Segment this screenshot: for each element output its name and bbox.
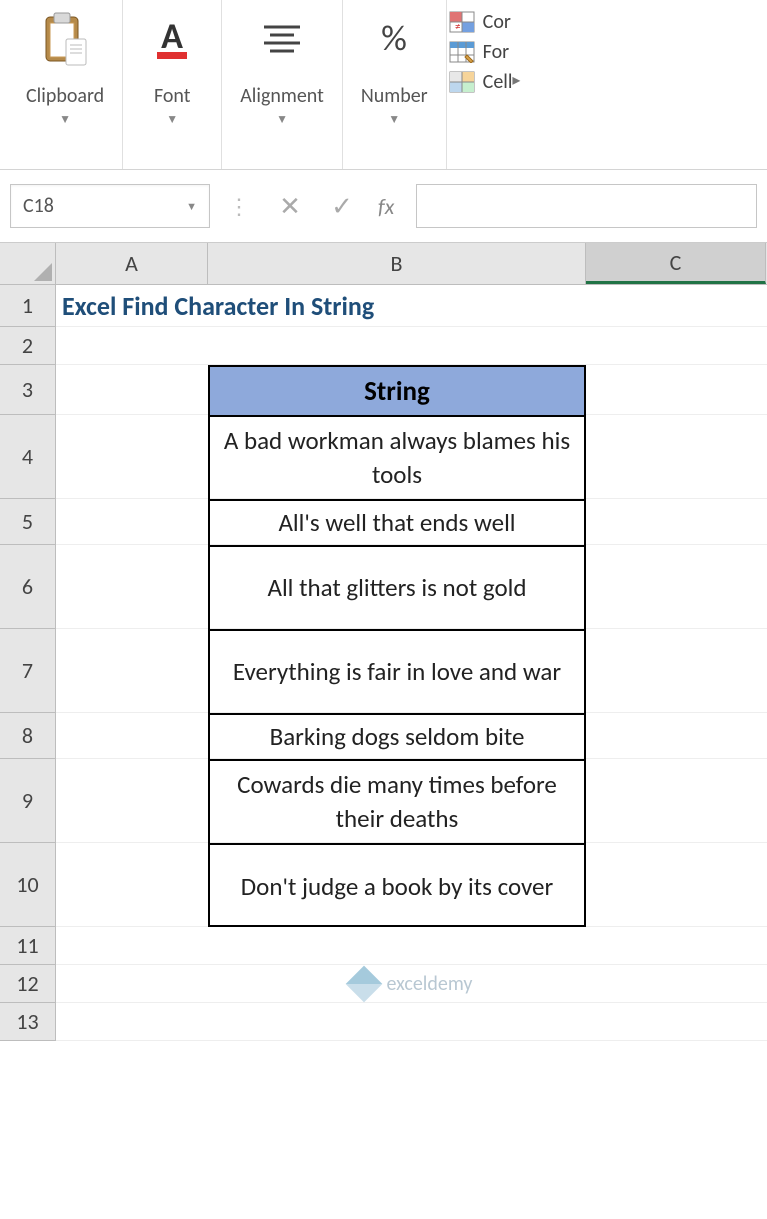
fx-icon[interactable]: fx xyxy=(374,193,404,220)
formula-input[interactable] xyxy=(416,184,757,228)
side-label: For xyxy=(483,40,509,64)
name-box-value: C18 xyxy=(23,194,186,218)
table-header: String xyxy=(210,367,584,417)
watermark: exceldemy xyxy=(56,971,767,997)
row-header-12[interactable]: 12 xyxy=(0,965,55,1003)
row-headers: 12345678910111213 xyxy=(0,285,56,1041)
svg-text:%: % xyxy=(381,16,407,60)
string-table: StringA bad workman always blames his to… xyxy=(208,365,586,927)
row-header-5[interactable]: 5 xyxy=(0,499,55,545)
table-row[interactable]: A bad workman always blames his tools xyxy=(210,417,584,501)
side-label: Cor xyxy=(483,10,511,34)
ribbon-group-styles: ≠ Cor For Cell ▸ xyxy=(447,0,515,169)
dropdown-icon[interactable]: ▼ xyxy=(388,112,400,127)
conditional-formatting-button[interactable]: ≠ Cor xyxy=(449,10,513,34)
ribbon-label: Alignment xyxy=(240,84,324,108)
format-table-icon xyxy=(449,41,475,63)
column-header-A[interactable]: A xyxy=(56,243,208,284)
clipboard-icon xyxy=(34,8,96,70)
accept-formula-button[interactable]: ✓ xyxy=(322,184,362,228)
svg-text:A: A xyxy=(161,14,183,58)
column-header-C[interactable]: C xyxy=(586,243,766,284)
side-label: Cell xyxy=(483,70,513,94)
cell-styles-button[interactable]: Cell xyxy=(449,70,513,94)
row-header-8[interactable]: 8 xyxy=(0,713,55,759)
conditional-formatting-icon: ≠ xyxy=(449,11,475,33)
row-header-2[interactable]: 2 xyxy=(0,327,55,365)
table-row[interactable]: All that glitters is not gold xyxy=(210,547,584,631)
font-icon: A xyxy=(141,8,203,70)
grid-row xyxy=(56,927,767,965)
expand-ribbon-icon[interactable]: ▸ xyxy=(512,70,520,90)
select-all-corner[interactable] xyxy=(0,243,56,285)
table-row[interactable]: Cowards die many times before their deat… xyxy=(210,761,584,845)
name-box[interactable]: C18 ▼ xyxy=(10,184,210,228)
dropdown-icon[interactable]: ▼ xyxy=(276,112,288,127)
ribbon-label: Font xyxy=(154,84,190,108)
dropdown-icon[interactable]: ▼ xyxy=(166,112,178,127)
row-header-11[interactable]: 11 xyxy=(0,927,55,965)
ribbon: Clipboard ▼ A Font ▼ Alignment ▼ % xyxy=(0,0,767,170)
table-row[interactable]: Don't judge a book by its cover xyxy=(210,845,584,929)
column-headers: ABC xyxy=(56,243,767,285)
ribbon-label: Number xyxy=(361,84,428,108)
column-header-B[interactable]: B xyxy=(208,243,586,284)
grid-row xyxy=(56,327,767,365)
row-header-10[interactable]: 10 xyxy=(0,843,55,927)
ribbon-group-font[interactable]: A Font ▼ xyxy=(123,0,222,169)
cell-styles-icon xyxy=(449,71,475,93)
ribbon-group-alignment[interactable]: Alignment ▼ xyxy=(222,0,343,169)
table-row[interactable]: Everything is fair in love and war xyxy=(210,631,584,715)
watermark-icon xyxy=(345,966,382,1003)
grid-row xyxy=(56,1003,767,1041)
row-header-3[interactable]: 3 xyxy=(0,365,55,415)
alignment-icon xyxy=(251,8,313,70)
grid-row: Excel Find Character In String xyxy=(56,285,767,327)
ribbon-group-number[interactable]: % Number ▼ xyxy=(343,0,447,169)
svg-text:≠: ≠ xyxy=(455,20,460,33)
row-header-7[interactable]: 7 xyxy=(0,629,55,713)
percent-icon: % xyxy=(363,8,425,70)
page-title: Excel Find Character In String xyxy=(56,285,586,326)
row-header-1[interactable]: 1 xyxy=(0,285,55,327)
row-header-6[interactable]: 6 xyxy=(0,545,55,629)
row-header-13[interactable]: 13 xyxy=(0,1003,55,1041)
grid-area[interactable]: Excel Find Character In String StringA ba… xyxy=(56,285,767,1041)
row-header-9[interactable]: 9 xyxy=(0,759,55,843)
table-row[interactable]: Barking dogs seldom bite xyxy=(210,715,584,761)
ribbon-group-clipboard[interactable]: Clipboard ▼ xyxy=(8,0,123,169)
table-row[interactable]: All's well that ends well xyxy=(210,501,584,547)
watermark-text: exceldemy xyxy=(387,972,473,996)
chevron-down-icon[interactable]: ▼ xyxy=(186,200,197,213)
format-table-button[interactable]: For xyxy=(449,40,513,64)
formula-bar-row: C18 ▼ ⋮ ✕ ✓ fx xyxy=(0,170,767,243)
dropdown-icon[interactable]: ▼ xyxy=(59,112,71,127)
ribbon-label: Clipboard xyxy=(26,84,104,108)
cancel-formula-button[interactable]: ✕ xyxy=(270,184,310,228)
separator: ⋮ xyxy=(222,193,258,220)
row-header-4[interactable]: 4 xyxy=(0,415,55,499)
